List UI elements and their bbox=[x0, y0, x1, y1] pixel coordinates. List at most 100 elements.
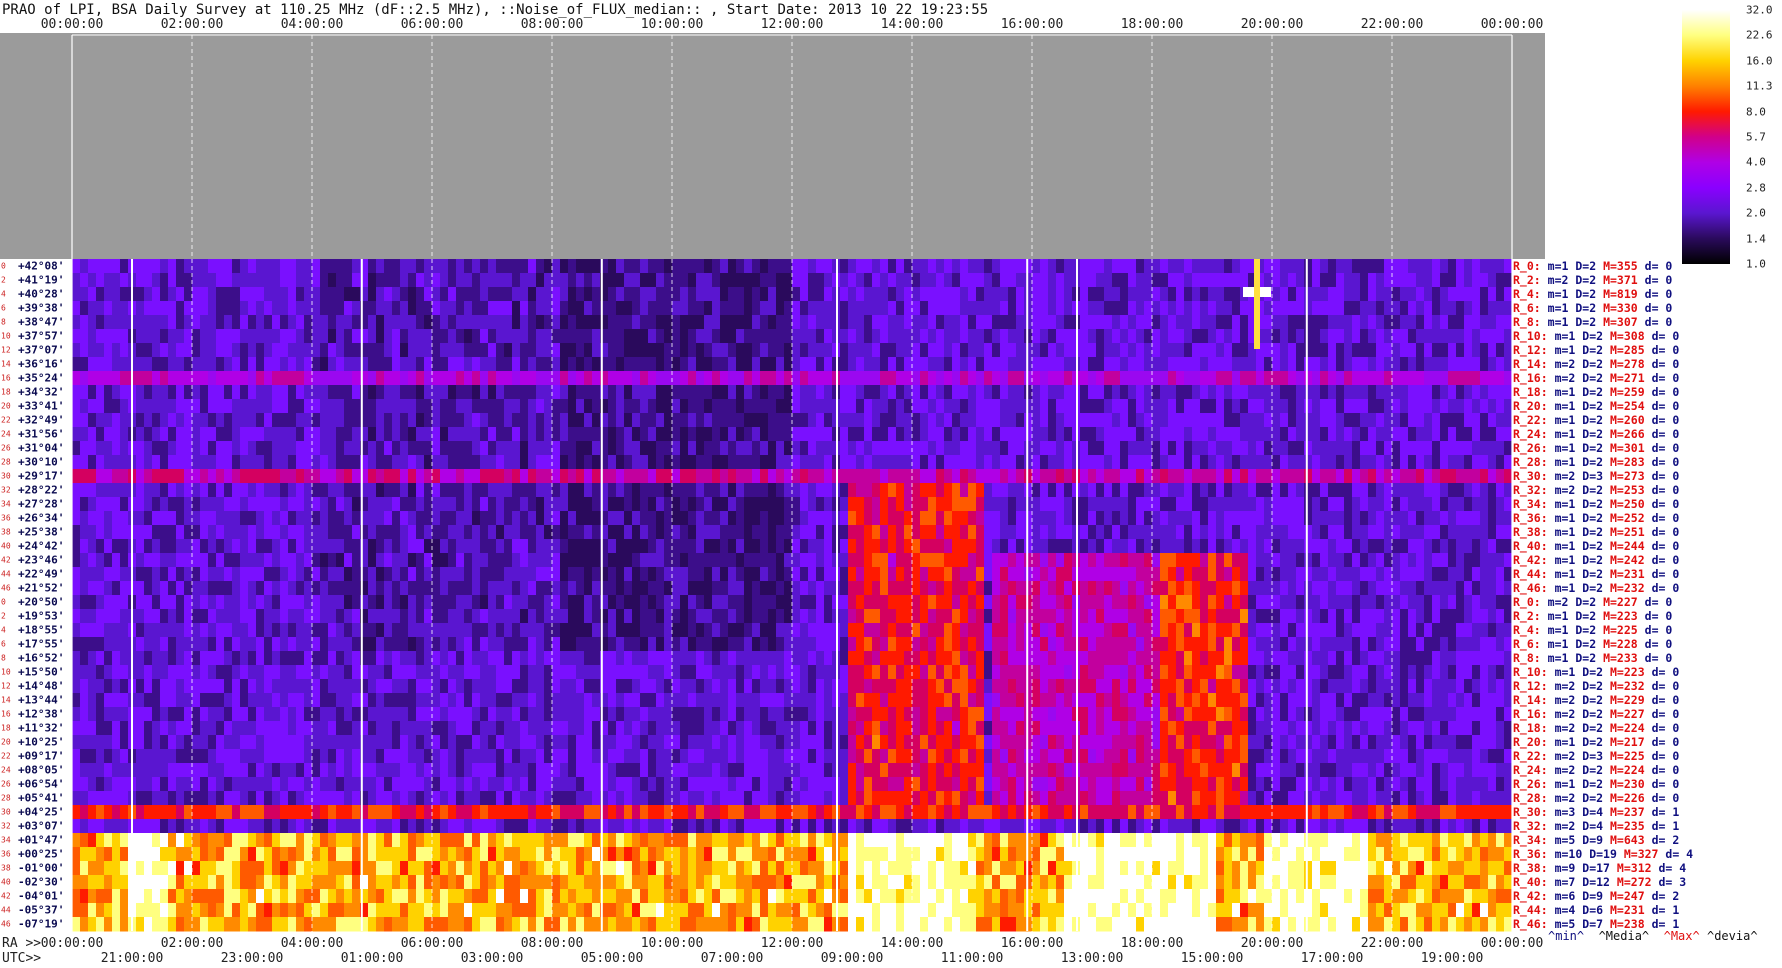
heatmap-cell bbox=[96, 329, 105, 344]
heatmap-cell bbox=[1272, 567, 1281, 582]
heatmap-cell bbox=[512, 511, 521, 526]
heatmap-cell bbox=[1040, 483, 1049, 498]
heatmap-cell bbox=[1192, 343, 1201, 358]
heatmap-cell bbox=[1368, 399, 1377, 414]
heatmap-cell bbox=[1504, 469, 1513, 484]
heatmap-cell bbox=[712, 469, 721, 484]
heatmap-cell bbox=[1024, 343, 1033, 358]
heatmap-cell bbox=[840, 357, 849, 372]
heatmap-cell bbox=[176, 343, 185, 358]
heatmap-cell bbox=[1488, 315, 1497, 330]
heatmap-cell bbox=[648, 637, 657, 652]
heatmap-cell bbox=[512, 357, 521, 372]
heatmap-cell bbox=[1192, 525, 1201, 540]
heatmap-cell bbox=[392, 399, 401, 414]
heatmap-cell bbox=[464, 343, 473, 358]
heatmap-cell bbox=[160, 329, 169, 344]
heatmap-cell bbox=[808, 483, 817, 498]
heatmap-cell bbox=[232, 609, 241, 624]
heatmap-cell bbox=[1400, 581, 1409, 596]
heatmap-cell bbox=[80, 595, 89, 610]
heatmap-cell bbox=[656, 441, 665, 456]
heatmap-cell bbox=[120, 385, 129, 400]
heatmap-cell bbox=[384, 287, 393, 302]
heatmap-cell bbox=[624, 329, 633, 344]
heatmap-cell bbox=[1360, 315, 1369, 330]
heatmap-cell bbox=[88, 259, 97, 274]
heatmap-cell bbox=[1480, 371, 1489, 386]
heatmap-cell bbox=[688, 483, 697, 498]
heatmap-cell bbox=[384, 637, 393, 652]
heatmap-cell bbox=[976, 581, 985, 596]
heatmap-cell bbox=[736, 273, 745, 288]
heatmap-cell bbox=[392, 609, 401, 624]
heatmap-cell bbox=[1192, 399, 1201, 414]
heatmap-cell bbox=[672, 371, 681, 386]
heatmap-cell bbox=[968, 623, 977, 638]
heatmap-cell bbox=[720, 399, 729, 414]
heatmap-cell bbox=[1352, 497, 1361, 512]
heatmap-cell bbox=[1424, 259, 1433, 274]
heatmap-cell bbox=[72, 623, 81, 638]
heatmap-cell bbox=[1296, 525, 1305, 540]
heatmap-cell bbox=[1440, 511, 1449, 526]
heatmap-cell bbox=[1064, 427, 1073, 442]
heatmap-cell bbox=[592, 511, 601, 526]
heatmap-cell bbox=[224, 609, 233, 624]
heatmap-cell bbox=[1416, 581, 1425, 596]
heatmap-cell bbox=[1288, 441, 1297, 456]
heatmap-cell bbox=[928, 301, 937, 316]
heatmap-cell bbox=[1328, 497, 1337, 512]
heatmap-cell bbox=[368, 539, 377, 554]
heatmap-cell bbox=[1176, 497, 1185, 512]
heatmap-cell bbox=[384, 455, 393, 470]
heatmap-cell bbox=[312, 343, 321, 358]
heatmap-cell bbox=[1048, 315, 1057, 330]
heatmap-cell bbox=[176, 371, 185, 386]
heatmap-cell bbox=[1440, 259, 1449, 274]
heatmap-cell bbox=[952, 273, 961, 288]
heatmap-cell bbox=[640, 287, 649, 302]
heatmap-cell bbox=[1504, 315, 1513, 330]
heatmap-cell bbox=[1208, 567, 1217, 582]
heatmap-cell bbox=[840, 315, 849, 330]
heatmap-cell bbox=[816, 483, 825, 498]
heatmap-cell bbox=[1448, 399, 1457, 414]
heatmap-cell bbox=[216, 469, 225, 484]
heatmap-cell bbox=[528, 483, 537, 498]
heatmap-cell bbox=[928, 483, 937, 498]
heatmap-cell bbox=[1456, 511, 1465, 526]
heatmap-cell bbox=[920, 441, 929, 456]
heatmap-cell bbox=[560, 525, 569, 540]
heatmap-cell bbox=[608, 581, 617, 596]
heatmap-cell bbox=[1248, 567, 1257, 582]
heatmap-cell bbox=[408, 441, 417, 456]
heatmap-cell bbox=[680, 455, 689, 470]
heatmap-cell bbox=[1160, 595, 1169, 610]
heatmap-cell bbox=[176, 273, 185, 288]
heatmap-cell bbox=[800, 357, 809, 372]
heatmap-cell bbox=[1168, 609, 1177, 624]
heatmap-cell bbox=[1504, 497, 1513, 512]
heatmap-cell bbox=[160, 511, 169, 526]
heatmap-cell bbox=[1472, 385, 1481, 400]
heatmap-cell bbox=[1240, 525, 1249, 540]
heatmap-cell bbox=[96, 525, 105, 540]
heatmap-cell bbox=[960, 567, 969, 582]
heatmap-cell bbox=[256, 553, 265, 568]
heatmap-cell bbox=[1296, 609, 1305, 624]
heatmap-cell bbox=[1184, 259, 1193, 274]
heatmap-cell bbox=[408, 581, 417, 596]
heatmap-cell bbox=[704, 441, 713, 456]
heatmap-cell bbox=[1000, 595, 1009, 610]
heatmap-cell bbox=[784, 567, 793, 582]
heatmap-cell bbox=[1408, 539, 1417, 554]
heatmap-cell bbox=[488, 497, 497, 512]
heatmap-cell bbox=[1056, 469, 1065, 484]
heatmap-cell bbox=[104, 469, 113, 484]
heatmap-cell bbox=[656, 567, 665, 582]
heatmap-cell bbox=[72, 301, 81, 316]
heatmap-cell bbox=[1144, 441, 1153, 456]
heatmap-cell bbox=[760, 455, 769, 470]
heatmap-cell bbox=[968, 371, 977, 386]
